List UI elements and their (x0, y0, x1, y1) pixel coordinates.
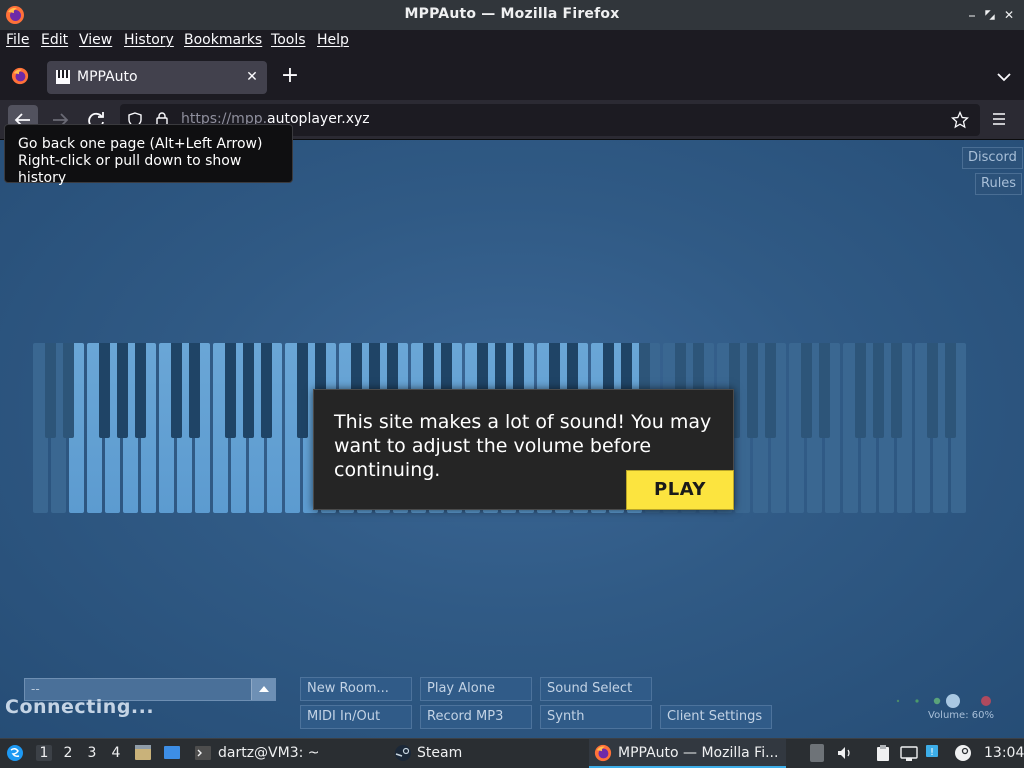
tab-mppauto[interactable]: MPPAuto ✕ (47, 61, 267, 94)
firefox-view-icon[interactable] (11, 67, 29, 85)
chat-input-value: -- (31, 682, 40, 696)
tray-handle-icon[interactable] (810, 744, 824, 762)
tooltip-line-2: Right-click or pull down to show history (18, 153, 242, 186)
menu-bookmarks[interactable]: Bookmarks (184, 32, 262, 48)
menu-tools[interactable]: Tools (271, 32, 306, 48)
desktop-icon[interactable] (163, 744, 181, 762)
menu-bar: File Edit View History Bookmarks Tools H… (0, 30, 1024, 52)
play-alone-button[interactable]: Play Alone (420, 677, 532, 701)
piano-black-key[interactable] (765, 343, 776, 438)
piano-black-key[interactable] (171, 343, 182, 438)
menu-history[interactable]: History (124, 32, 174, 48)
taskbar-firefox: MPPAuto — Mozilla Fi... (618, 745, 779, 761)
sound-select-button[interactable]: Sound Select (540, 677, 652, 701)
menu-edit[interactable]: Edit (41, 32, 68, 48)
new-room-button[interactable]: New Room... (300, 677, 412, 701)
new-tab-button[interactable]: + (280, 65, 300, 87)
svg-text:!: ! (930, 747, 934, 758)
workspace-2[interactable]: 2 (60, 745, 76, 761)
discord-link[interactable]: Discord (962, 147, 1023, 169)
volume-control[interactable]: Volume: 60% (895, 693, 1005, 723)
workspace-3[interactable]: 3 (84, 745, 100, 761)
volume-icon[interactable] (836, 744, 854, 762)
menu-help[interactable]: Help (317, 32, 349, 48)
clock: 13:04 (984, 745, 1024, 761)
piano-black-key[interactable] (225, 343, 236, 438)
tab-label: MPPAuto (77, 69, 138, 85)
piano-black-key[interactable] (945, 343, 956, 438)
volume-label: Volume: 60% (928, 710, 994, 721)
taskbar-firefox-task[interactable]: MPPAuto — Mozilla Fi... (589, 739, 786, 768)
chevron-down-icon[interactable] (995, 69, 1013, 85)
close-window-icon[interactable]: ✕ (999, 5, 1019, 25)
chat-expand-button[interactable] (251, 679, 275, 700)
piano-black-key[interactable] (99, 343, 110, 438)
piano-black-key[interactable] (801, 343, 812, 438)
close-tab-icon[interactable]: ✕ (243, 68, 261, 86)
tab-bar: MPPAuto ✕ (0, 52, 1024, 100)
notifications-icon[interactable]: ! (925, 744, 943, 762)
client-settings-button[interactable]: Client Settings (660, 705, 772, 729)
piano-black-key[interactable] (855, 343, 866, 438)
sound-warning-modal: This site makes a lot of sound! You may … (313, 389, 734, 510)
clipboard-icon[interactable] (874, 744, 892, 762)
file-manager-icon[interactable] (134, 744, 152, 762)
chevron-up-icon (259, 686, 269, 692)
record-mp3-button[interactable]: Record MP3 (420, 705, 532, 729)
connection-status: Connecting... (5, 696, 155, 718)
firefox-icon (594, 744, 612, 762)
piano-black-key[interactable] (117, 343, 128, 438)
piano-black-key[interactable] (135, 343, 146, 438)
network-icon[interactable] (900, 744, 918, 762)
menu-file[interactable]: File (6, 32, 29, 48)
midi-in-out-button[interactable]: MIDI In/Out (300, 705, 412, 729)
volume-knob[interactable] (946, 694, 960, 708)
window-titlebar: MPPAuto — Mozilla Firefox ⎯ ✕ (0, 0, 1024, 30)
volume-slider[interactable] (895, 693, 1005, 711)
app-launcher-icon[interactable] (6, 744, 24, 762)
workspace-1[interactable]: 1 (36, 745, 52, 761)
hamburger-menu-icon[interactable] (988, 108, 1010, 130)
piano-black-key[interactable] (45, 343, 56, 438)
piano-black-key[interactable] (189, 343, 200, 438)
piano-black-key[interactable] (63, 343, 74, 438)
piano-black-key[interactable] (261, 343, 272, 438)
piano-black-key[interactable] (873, 343, 884, 438)
back-button-tooltip: Go back one page (Alt+Left Arrow) Right-… (4, 124, 293, 186)
restore-icon[interactable] (980, 5, 1000, 25)
workspace-4[interactable]: 4 (108, 745, 124, 761)
play-button[interactable]: PLAY (626, 470, 734, 510)
piano-favicon-icon (56, 70, 70, 84)
piano-black-key[interactable] (891, 343, 902, 438)
synth-button[interactable]: Synth (540, 705, 652, 729)
window-title: MPPAuto — Mozilla Firefox (404, 6, 620, 22)
piano-black-key[interactable] (819, 343, 830, 438)
piano-black-key[interactable] (927, 343, 938, 438)
menu-view[interactable]: View (79, 32, 112, 48)
rules-link[interactable]: Rules (975, 173, 1023, 195)
star-icon[interactable] (951, 111, 969, 129)
tooltip-line-1: Go back one page (Alt+Left Arrow) (18, 136, 263, 152)
terminal-icon[interactable] (194, 744, 212, 762)
piano-black-key[interactable] (297, 343, 308, 438)
taskbar: 1 2 3 4 dartz@VM3: ~ Steam MPPAuto — Moz… (0, 738, 1024, 768)
page-content: Discord Rules This site makes a lot of s… (0, 140, 1024, 738)
steam-tray-icon[interactable] (954, 744, 972, 762)
taskbar-steam[interactable]: Steam (417, 745, 462, 761)
minimize-icon[interactable]: ⎯ (962, 5, 982, 25)
piano-black-key[interactable] (747, 343, 758, 438)
piano-black-key[interactable] (243, 343, 254, 438)
steam-icon[interactable] (394, 744, 412, 762)
taskbar-terminal[interactable]: dartz@VM3: ~ (218, 745, 320, 761)
